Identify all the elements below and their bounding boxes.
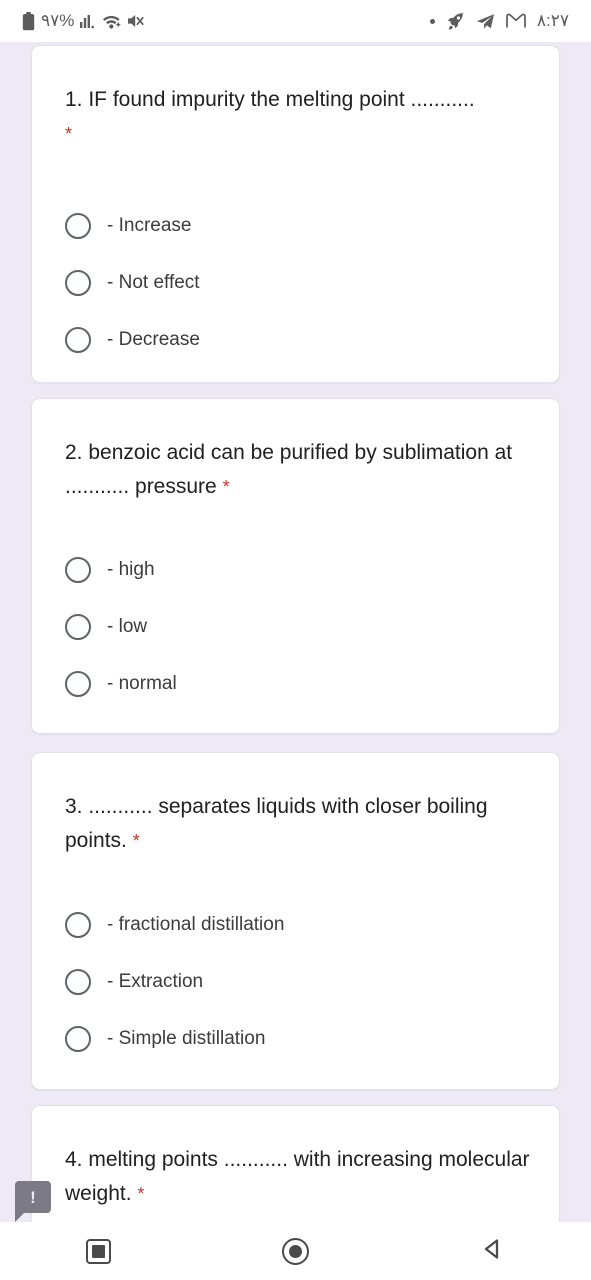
option-row[interactable]: - normal xyxy=(65,655,539,712)
radio-button-icon[interactable] xyxy=(65,968,91,995)
option-group-2: - high - low - normal xyxy=(65,541,539,712)
option-row[interactable]: - Extraction xyxy=(65,953,539,1010)
clock-time: ٨:٢٧ xyxy=(536,11,569,30)
radio-button-icon[interactable] xyxy=(65,670,91,697)
option-row[interactable]: - Not effect xyxy=(65,254,539,311)
option-label: - Simple distillation xyxy=(107,1027,266,1049)
option-row[interactable]: - Increase xyxy=(65,197,539,254)
option-row[interactable]: - Simple distillation xyxy=(65,1010,539,1067)
status-bar-left: ٩٧% xyxy=(22,11,145,31)
required-asterisk-2: * xyxy=(222,477,230,497)
wifi-icon xyxy=(102,13,121,30)
radio-button-icon[interactable] xyxy=(65,911,91,938)
home-circle-icon xyxy=(282,1237,309,1265)
option-row[interactable]: - low xyxy=(65,598,539,655)
android-navigation-bar xyxy=(0,1222,591,1280)
question-text-2: 2. benzoic acid can be purified by subli… xyxy=(65,441,513,498)
rocket-icon xyxy=(446,11,465,31)
telegram-send-icon xyxy=(476,13,495,30)
question-card-1: 1. IF found impurity the melting point .… xyxy=(31,45,560,383)
notification-dot-icon xyxy=(429,18,435,24)
gmail-icon xyxy=(506,13,526,29)
question-card-2: 2. benzoic acid can be purified by subli… xyxy=(31,398,560,734)
exclamation-badge[interactable]: ! xyxy=(15,1181,51,1222)
option-group-1: - Increase - Not effect - Decrease xyxy=(65,197,539,368)
option-row[interactable]: - Decrease xyxy=(65,311,539,368)
back-button[interactable] xyxy=(394,1222,591,1280)
required-asterisk-4: * xyxy=(137,1184,145,1204)
option-label: - Extraction xyxy=(107,970,204,992)
status-bar-right: ٨:٢٧ xyxy=(429,11,569,31)
option-label: - Decrease xyxy=(107,328,200,350)
radio-button-icon[interactable] xyxy=(65,1025,91,1052)
required-asterisk-1: * xyxy=(65,124,73,144)
recents-square-icon xyxy=(86,1238,111,1264)
battery-icon xyxy=(22,11,35,31)
signal-bars-icon xyxy=(80,13,96,30)
home-button[interactable] xyxy=(197,1222,394,1280)
radio-button-icon[interactable] xyxy=(65,212,91,239)
phone-screen: ٩٧% ٨:٢٧ 1. IF found impurity the meltin… xyxy=(0,0,591,1280)
option-label: - fractional distillation xyxy=(107,913,285,935)
option-group-3: - fractional distillation - Extraction -… xyxy=(65,896,539,1067)
option-label: - Increase xyxy=(107,214,192,236)
question-card-3: 3. ........... separates liquids with cl… xyxy=(31,752,560,1090)
question-text-1: 1. IF found impurity the melting point .… xyxy=(65,88,475,111)
radio-button-icon[interactable] xyxy=(65,269,91,296)
back-triangle-icon xyxy=(480,1236,506,1267)
option-row[interactable]: - fractional distillation xyxy=(65,896,539,953)
volume-muted-icon xyxy=(127,13,145,29)
radio-button-icon[interactable] xyxy=(65,613,91,640)
battery-percentage: ٩٧% xyxy=(41,11,75,30)
option-label: - low xyxy=(107,615,148,637)
required-asterisk-3: * xyxy=(132,831,140,851)
radio-button-icon[interactable] xyxy=(65,556,91,583)
question-title-2: 2. benzoic acid can be purified by subli… xyxy=(65,436,531,504)
question-text-4: 4. melting points ........... with incre… xyxy=(65,1148,530,1205)
option-label: - normal xyxy=(107,672,177,694)
form-question-list[interactable]: 1. IF found impurity the melting point .… xyxy=(0,42,591,1265)
question-text-3: 3. ........... separates liquids with cl… xyxy=(65,795,488,852)
exclamation-icon: ! xyxy=(30,1187,36,1207)
status-bar: ٩٧% ٨:٢٧ xyxy=(0,0,591,42)
option-row[interactable]: - high xyxy=(65,541,539,598)
option-label: - high xyxy=(107,558,155,580)
question-title-4: 4. melting points ........... with incre… xyxy=(65,1143,531,1211)
option-label: - Not effect xyxy=(107,271,200,293)
question-title-1: 1. IF found impurity the melting point .… xyxy=(65,83,531,151)
question-title-3: 3. ........... separates liquids with cl… xyxy=(65,790,531,858)
recents-button[interactable] xyxy=(0,1222,197,1280)
radio-button-icon[interactable] xyxy=(65,326,91,353)
